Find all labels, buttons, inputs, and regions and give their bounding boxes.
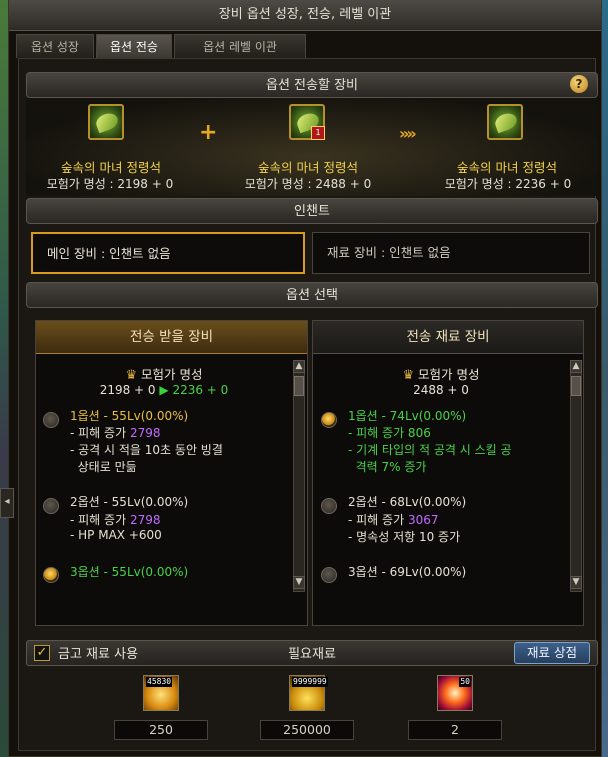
tab-option-transfer[interactable]: 옵션 전승 (96, 34, 172, 58)
forest-witch-spirit-stone-icon (492, 110, 520, 134)
help-icon[interactable]: ? (570, 75, 588, 93)
left-scroll-up-icon[interactable]: ▲ (293, 360, 305, 373)
material-item-name: 숲속의 마녀 정령석 (258, 160, 358, 175)
required-materials-label: 필요재료 (288, 647, 336, 662)
left-option-1-line-1: - 피해 증가 2798 (70, 426, 161, 440)
right-option-3-radio[interactable] (321, 567, 337, 583)
gold-coins-stock: 9999999 (292, 677, 328, 687)
left-scroll-down-icon[interactable]: ▼ (293, 576, 305, 589)
forest-witch-spirit-stone-icon (93, 110, 121, 134)
right-option-1-line-3: 격력 7% 증가 (348, 460, 427, 474)
result-item-name: 숲속의 마녀 정령석 (61, 160, 161, 175)
right-fame-label: 모험가 명성 (418, 367, 480, 382)
left-option-3-title: 3옵션 - 55Lv(0.00%) (70, 565, 189, 579)
red-burst-orb-stock: 50 (459, 677, 471, 687)
preview-item-name: 숲속의 마녀 정령석 (457, 160, 557, 175)
left-option-1-line-2: - 공격 시 적을 10초 동안 빙결 (70, 443, 223, 457)
enchant-header: 인챈트 (26, 198, 598, 224)
result-equipment-slot[interactable] (88, 104, 124, 140)
left-scroll-thumb[interactable] (294, 376, 304, 396)
red-burst-orb-icon[interactable]: 50 (437, 675, 473, 711)
right-option-2-line-1: - 피해 증가 3067 (348, 513, 439, 527)
result-item-fame: 모험가 명성 : 2198 + 0 (46, 177, 174, 191)
right-scroll-down-icon[interactable]: ▼ (570, 576, 582, 589)
right-scroll-thumb[interactable] (571, 376, 581, 396)
left-fame-block: ♛ 모험가 명성 (35, 364, 293, 383)
material-shop-button[interactable]: 재료 상점 (514, 642, 590, 664)
left-option-1-title: 1옵션 - 55Lv(0.00%) (70, 409, 189, 423)
right-option-1-line-2: - 기계 타입의 적 공격 시 스킬 공 (348, 443, 512, 457)
option-select-header: 옵션 선택 (26, 282, 598, 308)
window-title: 장비 옵션 성장, 전승, 레벨 이관 (218, 7, 392, 22)
right-option-2-line-2: - 명속성 저항 10 증가 (348, 530, 461, 544)
left-option-1-line-3: 상태로 만듦 (70, 460, 137, 474)
right-option-1-line-1: - 피해 증가 806 (348, 426, 431, 440)
side-collapse-handle[interactable]: ◂ (0, 488, 14, 518)
gold-crystal-stock: 45830 (146, 677, 173, 687)
left-option-3-radio[interactable] (43, 567, 59, 583)
left-option-2-title: 2옵션 - 55Lv(0.00%) (70, 495, 189, 509)
gold-coins-icon[interactable]: 9999999 (289, 675, 328, 711)
left-option-2-radio[interactable] (43, 498, 59, 514)
left-option-1-radio[interactable] (43, 412, 59, 428)
tab-option-growth[interactable]: 옵션 성장 (16, 34, 94, 58)
fame-arrow-icon: ▶ (159, 383, 169, 397)
material-1-qty: 250 (114, 720, 208, 740)
left-fame-from: 2198 + 0 (99, 383, 156, 397)
gold-crystal-icon[interactable]: 45830 (143, 675, 179, 711)
right-fame-value: 2488 + 0 (413, 383, 469, 397)
plus-icon: + (199, 120, 218, 145)
right-fame-block: ♛ 모험가 명성 (312, 364, 570, 383)
left-fame-to: 2236 + 0 (172, 383, 229, 397)
right-scroll-up-icon[interactable]: ▲ (570, 360, 582, 373)
material-equipment-title: 전송 재료 장비 (313, 321, 583, 354)
left-option-2-line-1: - 피해 증가 2798 (70, 513, 161, 527)
receive-equipment-title: 전승 받을 장비 (36, 321, 307, 354)
fame-icon: ♛ (125, 368, 138, 383)
left-fame-values: 2198 + 0 ▶ 2236 + 0 (35, 383, 293, 397)
tab-option-level-transfer[interactable]: 옵션 레벨 이관 (174, 34, 306, 58)
material-item-fame: 모험가 명성 : 2488 + 0 (244, 177, 372, 191)
left-fame-label: 모험가 명성 (141, 367, 203, 382)
right-option-2-radio[interactable] (321, 498, 337, 514)
right-option-2-title: 2옵션 - 68Lv(0.00%) (348, 495, 467, 509)
right-option-1-title: 1옵션 - 74Lv(0.00%) (348, 409, 467, 423)
arrow-right-icon: »» (399, 124, 417, 143)
material-2-qty: 250000 (260, 720, 354, 740)
right-option-3-title: 3옵션 - 69Lv(0.00%) (348, 565, 467, 579)
material-badge: 1 (311, 126, 325, 140)
material-3-qty: 2 (408, 720, 502, 740)
transfer-equipment-header: 옵션 전송할 장비 (26, 72, 598, 98)
preview-equipment-slot[interactable] (487, 104, 523, 140)
left-option-2-line-2: - HP MAX +600 (70, 528, 162, 542)
fame-icon: ♛ (402, 368, 415, 383)
main-equipment-enchant[interactable]: 메인 장비 : 인챈트 없음 (31, 232, 305, 274)
preview-item-fame: 모험가 명성 : 2236 + 0 (444, 177, 572, 191)
material-equipment-enchant[interactable]: 재료 장비 : 인챈트 없음 (312, 232, 590, 274)
material-equipment-slot[interactable]: 1 (289, 104, 325, 140)
right-option-1-radio[interactable] (321, 412, 337, 428)
